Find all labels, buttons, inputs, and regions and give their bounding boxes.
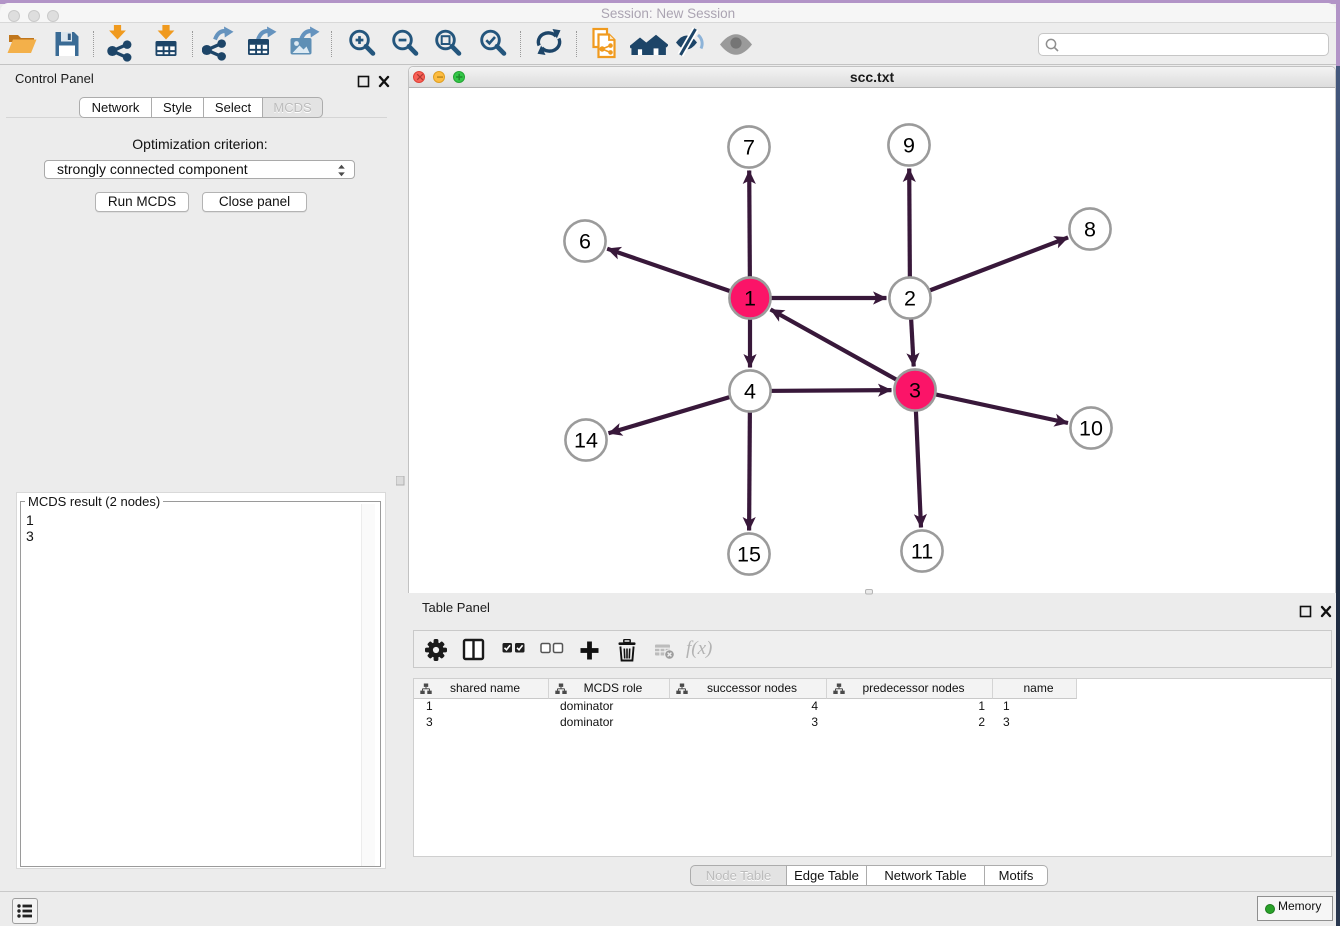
- svg-text:11: 11: [911, 540, 933, 564]
- svg-text:9: 9: [903, 134, 915, 158]
- svg-text:14: 14: [574, 429, 598, 453]
- svg-text:3: 3: [909, 379, 921, 403]
- svg-text:6: 6: [579, 230, 591, 254]
- svg-text:1: 1: [744, 287, 756, 311]
- svg-text:7: 7: [743, 136, 755, 160]
- svg-text:10: 10: [1079, 417, 1103, 441]
- svg-text:15: 15: [737, 543, 761, 567]
- svg-text:8: 8: [1084, 218, 1096, 242]
- svg-text:4: 4: [744, 380, 756, 404]
- svg-text:2: 2: [904, 287, 916, 311]
